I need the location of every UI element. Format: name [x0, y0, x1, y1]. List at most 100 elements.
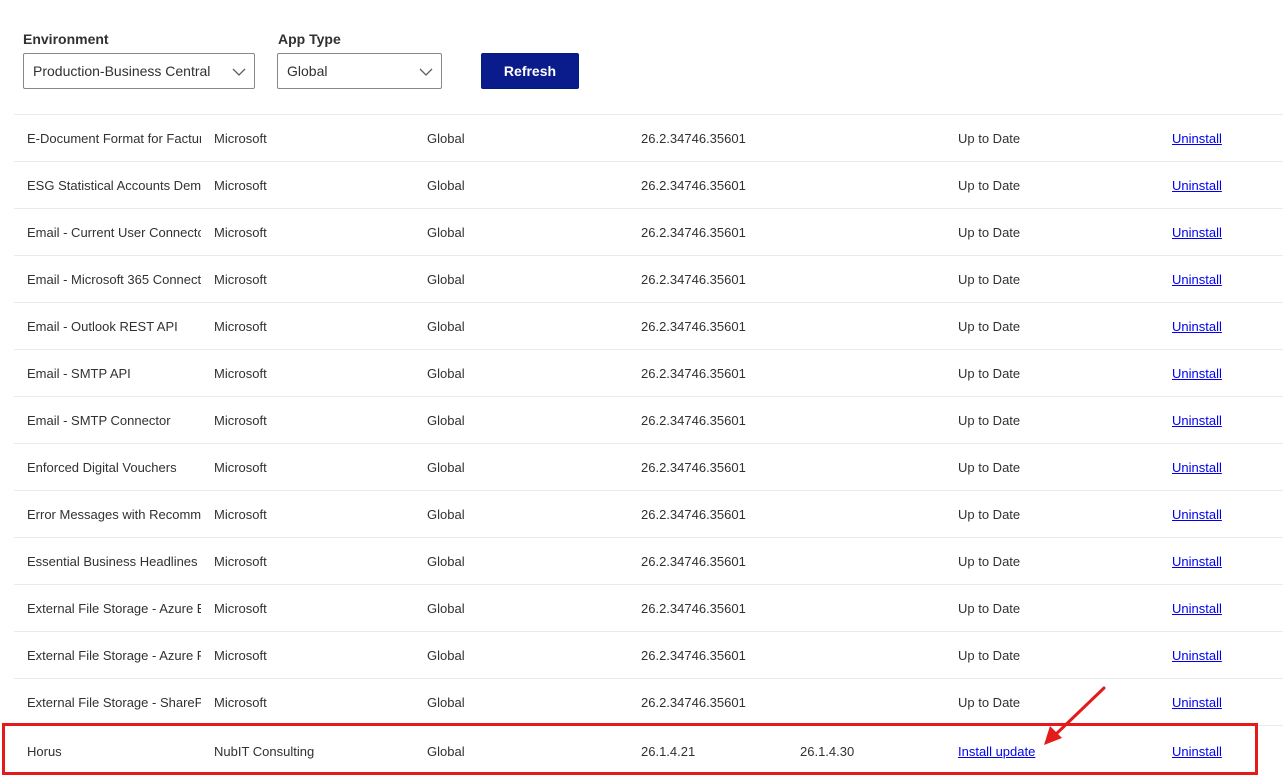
apps-table: E-Document Format for Factur Microsoft Glo…	[14, 114, 1283, 777]
environment-label: Environment	[23, 31, 109, 47]
uninstall-link[interactable]: Uninstall	[1172, 601, 1222, 616]
publisher-text: Microsoft	[214, 318, 267, 334]
app-name-cell: Enforced Digital Vouchers	[27, 444, 201, 490]
uninstall-link[interactable]: Uninstall	[1172, 131, 1222, 146]
status-cell: Up to Date	[958, 679, 1158, 725]
status-text: Up to Date	[958, 318, 1021, 334]
available-version-cell	[800, 350, 940, 396]
publisher-cell: NubIT Consulting	[214, 726, 414, 777]
available-version-text: 26.1.4.30	[800, 744, 855, 759]
action-cell: Uninstall	[1172, 162, 1272, 208]
publisher-cell: Microsoft	[214, 350, 414, 396]
publisher-text: Microsoft	[214, 177, 267, 193]
status-cell: Up to Date	[958, 585, 1158, 631]
uninstall-link[interactable]: Uninstall	[1172, 554, 1222, 569]
installed-version-text: 26.2.34746.35601	[641, 412, 746, 428]
installed-version-cell: 26.2.34746.35601	[641, 256, 781, 302]
available-version-cell	[800, 444, 940, 490]
uninstall-link[interactable]: Uninstall	[1172, 413, 1222, 428]
app-name-text: Email - Current User Connecto	[27, 224, 201, 240]
install-update-link[interactable]: Install update	[958, 744, 1035, 759]
table-row: Error Messages with Recomme Microsoft Glob…	[14, 490, 1283, 537]
available-version-cell: 26.1.4.30	[800, 726, 940, 777]
app-type-dropdown[interactable]: Global	[277, 53, 442, 89]
action-cell: Uninstall	[1172, 350, 1272, 396]
uninstall-link[interactable]: Uninstall	[1172, 648, 1222, 663]
uninstall-link[interactable]: Uninstall	[1172, 366, 1222, 381]
refresh-button[interactable]: Refresh	[481, 53, 579, 89]
installed-version-text: 26.2.34746.35601	[641, 506, 746, 522]
app-name-cell: E-Document Format for Factur	[27, 115, 201, 161]
app-name-text: Horus	[27, 744, 62, 759]
action-cell: Uninstall	[1172, 538, 1272, 584]
app-name-cell: Email - Current User Connecto	[27, 209, 201, 255]
app-type-cell: Global	[427, 209, 627, 255]
app-management-page: Environment Production-Business Central …	[0, 0, 1283, 779]
app-name-text: Email - Outlook REST API	[27, 318, 178, 334]
app-type-text: Global	[427, 506, 465, 522]
app-type-cell: Global	[427, 585, 627, 631]
app-name-text: Email - SMTP API	[27, 365, 131, 381]
app-type-text: Global	[427, 224, 465, 240]
publisher-text: Microsoft	[214, 506, 267, 522]
app-name-text: External File Storage - Azure F	[27, 647, 201, 663]
table-row: External File Storage - Azure B Microsoft…	[14, 584, 1283, 631]
status-cell: Up to Date	[958, 350, 1158, 396]
publisher-cell: Microsoft	[214, 162, 414, 208]
app-name-text: E-Document Format for Factur	[27, 130, 201, 146]
filter-bar: Environment Production-Business Central …	[0, 0, 1283, 110]
uninstall-link[interactable]: Uninstall	[1172, 319, 1222, 334]
uninstall-link[interactable]: Uninstall	[1172, 460, 1222, 475]
table-row: Email - Microsoft 365 Connect Microsoft Gl…	[14, 255, 1283, 302]
publisher-text: Microsoft	[214, 459, 267, 475]
app-name-cell: Email - SMTP Connector	[27, 397, 201, 443]
action-cell: Uninstall	[1172, 256, 1272, 302]
installed-version-cell: 26.2.34746.35601	[641, 162, 781, 208]
status-text: Up to Date	[958, 130, 1021, 146]
environment-dropdown[interactable]: Production-Business Central	[23, 53, 255, 89]
installed-version-cell: 26.2.34746.35601	[641, 397, 781, 443]
status-cell: Up to Date	[958, 444, 1158, 490]
app-type-text: Global	[427, 647, 465, 663]
available-version-cell	[800, 303, 940, 349]
status-text: Up to Date	[958, 694, 1021, 710]
status-text: Up to Date	[958, 459, 1021, 475]
action-cell: Uninstall	[1172, 444, 1272, 490]
status-text: Up to Date	[958, 177, 1021, 193]
status-cell: Up to Date	[958, 303, 1158, 349]
publisher-cell: Microsoft	[214, 256, 414, 302]
status-cell: Install update	[958, 726, 1158, 777]
app-name-text: Email - SMTP Connector	[27, 412, 171, 428]
app-name-text: Email - Microsoft 365 Connect	[27, 271, 201, 287]
status-text: Up to Date	[958, 224, 1021, 240]
installed-version-cell: 26.2.34746.35601	[641, 209, 781, 255]
app-name-cell: Horus	[27, 726, 201, 777]
uninstall-link[interactable]: Uninstall	[1172, 744, 1222, 759]
available-version-cell	[800, 397, 940, 443]
installed-version-cell: 26.2.34746.35601	[641, 350, 781, 396]
uninstall-link[interactable]: Uninstall	[1172, 178, 1222, 193]
available-version-cell	[800, 679, 940, 725]
status-text: Up to Date	[958, 600, 1021, 616]
action-cell: Uninstall	[1172, 491, 1272, 537]
status-text: Up to Date	[958, 365, 1021, 381]
app-name-text: ESG Statistical Accounts Demo	[27, 177, 201, 193]
publisher-cell: Microsoft	[214, 585, 414, 631]
available-version-cell	[800, 162, 940, 208]
uninstall-link[interactable]: Uninstall	[1172, 225, 1222, 240]
status-cell: Up to Date	[958, 538, 1158, 584]
uninstall-link[interactable]: Uninstall	[1172, 272, 1222, 287]
app-type-text: Global	[427, 177, 465, 193]
publisher-cell: Microsoft	[214, 491, 414, 537]
publisher-text: Microsoft	[214, 224, 267, 240]
app-type-text: Global	[427, 459, 465, 475]
environment-value: Production-Business Central	[33, 63, 211, 79]
table-row: E-Document Format for Factur Microsoft Glo…	[14, 114, 1283, 161]
uninstall-link[interactable]: Uninstall	[1172, 507, 1222, 522]
app-type-text: Global	[427, 744, 465, 759]
app-type-text: Global	[427, 271, 465, 287]
status-text: Up to Date	[958, 647, 1021, 663]
installed-version-cell: 26.2.34746.35601	[641, 303, 781, 349]
uninstall-link[interactable]: Uninstall	[1172, 695, 1222, 710]
installed-version-text: 26.2.34746.35601	[641, 177, 746, 193]
